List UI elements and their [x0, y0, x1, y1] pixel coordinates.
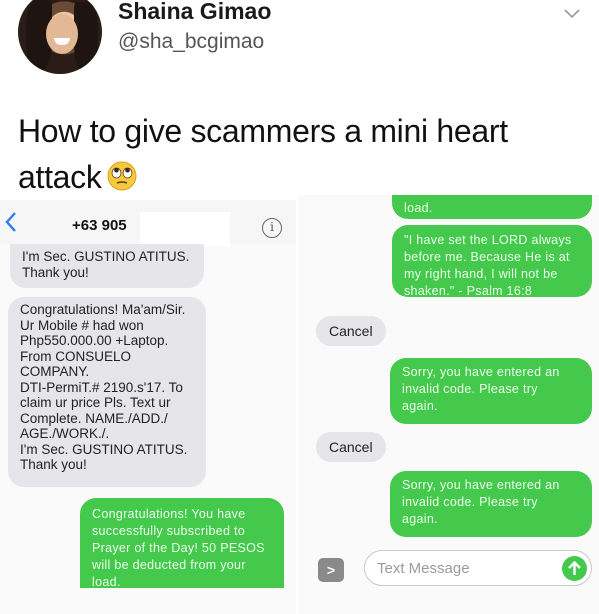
- tweet-text: How to give scammers a mini heart attack: [18, 108, 578, 200]
- message-bubble-received: I'm Sec. GUSTINO ATITUS. Thank you!: [10, 244, 204, 288]
- message-bubble-sent: Congratulations! You have successfully s…: [80, 498, 284, 589]
- arrow-up-icon: [568, 560, 581, 575]
- avatar-face: [46, 14, 78, 54]
- message-bubble-sent: Sorry, you have entered an invalid code.…: [390, 358, 592, 424]
- message-input[interactable]: Text Message: [364, 550, 592, 586]
- message-bubble-sent: Sorry, you have entered an invalid code.…: [390, 471, 592, 537]
- back-chevron-icon[interactable]: [4, 211, 18, 233]
- message-text: Sorry, you have entered an invalid code.…: [402, 478, 560, 526]
- message-text: I'm Sec. GUSTINO ATITUS. Thank you!: [22, 249, 190, 280]
- rolling-eyes-emoji-icon: [107, 161, 137, 191]
- message-text: Cancel: [329, 439, 373, 455]
- display-name[interactable]: Shaina Gimao: [118, 0, 271, 25]
- contact-phone-number[interactable]: +63 905: [72, 217, 127, 234]
- message-text: Sorry, you have entered an invalid code.…: [402, 365, 560, 413]
- message-input-placeholder: Text Message: [377, 560, 470, 577]
- conversation-nav-bar: +63 905 i: [0, 200, 296, 246]
- info-icon[interactable]: i: [262, 218, 282, 238]
- avatar[interactable]: [18, 0, 102, 74]
- expand-apps-button[interactable]: >: [318, 558, 344, 582]
- tweet-body: How to give scammers a mini heart attack: [18, 113, 508, 195]
- redacted-number-patch: [140, 212, 230, 246]
- message-bubble-received: Cancel: [316, 316, 386, 346]
- chevron-down-icon[interactable]: [563, 4, 581, 22]
- send-button[interactable]: [562, 556, 587, 581]
- message-text: Congratulations! You have successfully s…: [92, 507, 265, 589]
- message-bubble-sent: load.: [392, 195, 592, 219]
- message-text: Cancel: [329, 323, 373, 339]
- message-bubble-sent: "I have set the LORD always before me. B…: [392, 225, 592, 298]
- message-text: load.: [404, 201, 433, 215]
- message-bubble-received: Congratulations! Ma'am/Sir. Ur Mobile # …: [8, 297, 206, 487]
- left-conversation-screenshot: +63 905 i I'm Sec. GUSTINO ATITUS. Thank…: [0, 200, 296, 614]
- user-handle[interactable]: @sha_bcgimao: [118, 30, 264, 54]
- message-text: Congratulations! Ma'am/Sir. Ur Mobile # …: [20, 302, 188, 472]
- message-text: "I have set the LORD always before me. B…: [404, 233, 572, 298]
- right-conversation-screenshot: load. "I have set the LORD always before…: [298, 195, 599, 614]
- message-bubble-received: Cancel: [316, 432, 386, 462]
